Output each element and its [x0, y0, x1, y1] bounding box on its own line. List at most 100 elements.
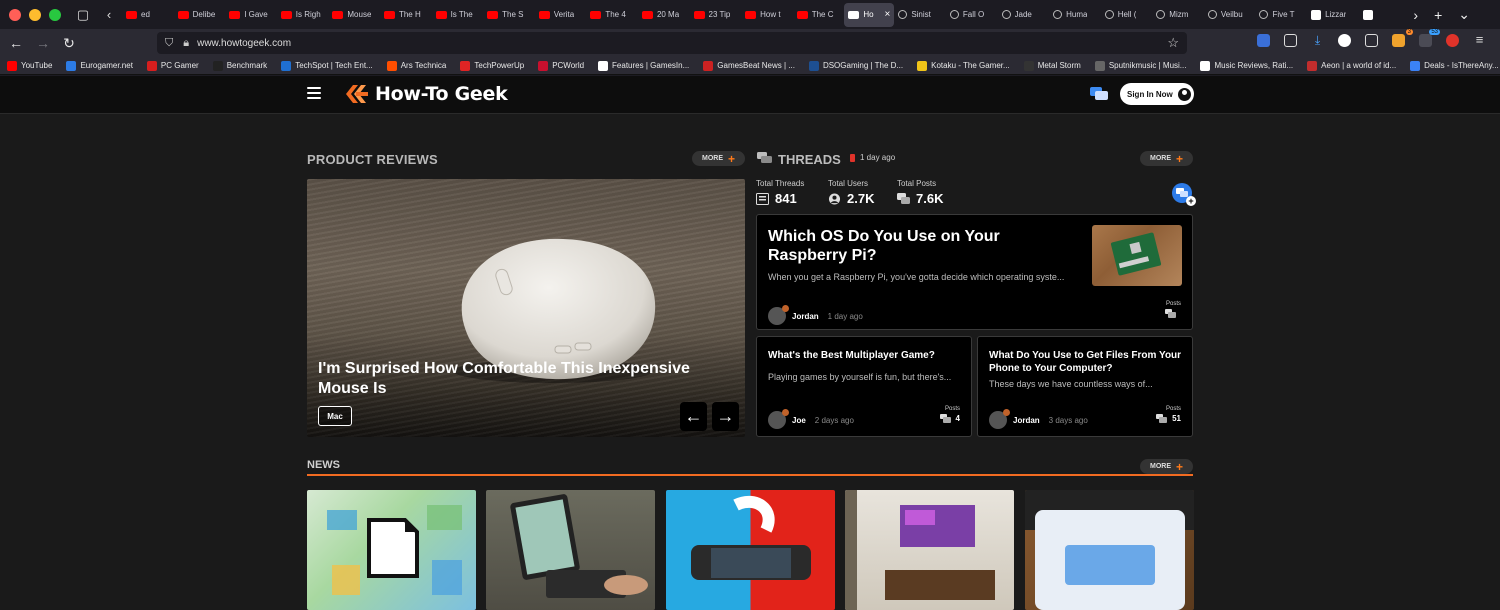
news-card[interactable] — [307, 490, 476, 610]
bookmark-item[interactable]: Ars Technica — [380, 60, 454, 71]
chat-icon[interactable] — [1090, 87, 1108, 101]
site-logo[interactable]: How-To Geek — [344, 83, 508, 105]
bookmark-item[interactable]: PC Gamer — [140, 60, 206, 71]
close-window-button[interactable] — [9, 8, 21, 21]
thread-author[interactable]: Jordan 3 days ago — [989, 409, 1088, 429]
browser-tab[interactable]: Veilbu — [1204, 3, 1256, 27]
browser-tab[interactable]: Is Righ — [277, 3, 329, 27]
bookmark-item[interactable]: Deals - IsThereAny... — [1403, 60, 1500, 71]
browser-tab[interactable]: The C — [793, 3, 845, 27]
hero-article[interactable]: I'm Surprised How Comfortable This Inexp… — [307, 179, 745, 437]
shield-icon[interactable]: ⛉ — [165, 37, 173, 50]
bookmark-item[interactable]: Metal Storm — [1017, 60, 1088, 71]
author-name[interactable]: Joe — [792, 416, 806, 425]
bookmark-item[interactable]: YouTube — [0, 60, 59, 71]
bookmark-item[interactable]: Kotaku - The Gamer... — [910, 60, 1017, 71]
list-all-tabs-icon[interactable]: ⌄ — [1458, 6, 1470, 23]
menu-icon[interactable]: ≡ — [1473, 33, 1486, 47]
browser-tab[interactable]: Five T — [1255, 3, 1307, 27]
browser-tab[interactable]: Mizm — [1152, 3, 1204, 27]
news-card[interactable] — [1025, 490, 1194, 610]
new-tab-icon[interactable]: + — [1434, 7, 1442, 23]
news-card[interactable] — [486, 490, 655, 610]
scroll-tabs-right-icon[interactable]: › — [1413, 7, 1418, 23]
news-card[interactable] — [845, 490, 1014, 610]
news-more-button[interactable]: MORE + — [1140, 459, 1193, 474]
tab-overview-icon[interactable]: ▢ — [70, 2, 96, 28]
tab-active[interactable]: Ho × — [844, 2, 895, 27]
bookmark-star-icon[interactable]: ☆ — [1167, 35, 1179, 51]
hero-tag[interactable]: Mac — [318, 406, 352, 426]
thread-card[interactable]: What's the Best Multiplayer Game? Playin… — [756, 336, 972, 437]
browser-tab[interactable]: The H — [380, 3, 432, 27]
prev-arrow-icon[interactable]: ← — [680, 402, 707, 431]
minimize-window-button[interactable] — [29, 8, 41, 21]
browser-tab[interactable]: Jade — [998, 3, 1050, 27]
hamburger-menu-icon[interactable] — [307, 87, 321, 99]
threads-more-button[interactable]: MORE + — [1140, 151, 1193, 166]
hero-title[interactable]: I'm Surprised How Comfortable This Inexp… — [318, 359, 738, 399]
browser-tab[interactable]: Huma — [1049, 3, 1101, 27]
browser-tab[interactable]: How t — [741, 3, 793, 27]
next-arrow-icon[interactable]: → — [712, 402, 739, 431]
new-thread-button[interactable]: + — [1172, 183, 1196, 206]
bookmark-item[interactable]: Music Reviews, Rati... — [1193, 60, 1300, 71]
mail-extension-icon[interactable]: 53 — [1419, 29, 1440, 47]
thread-card[interactable]: What Do You Use to Get Files From Your P… — [977, 336, 1193, 437]
pocket-icon[interactable] — [1284, 34, 1297, 47]
author-name[interactable]: Jordan — [792, 312, 819, 321]
bookmark-item[interactable]: GamesBeat News | ... — [696, 60, 802, 71]
browser-tab[interactable]: Mouse — [328, 3, 380, 27]
rss-extension-icon[interactable]: 3 — [1392, 29, 1413, 47]
thread-title[interactable]: Which OS Do You Use on Your Raspberry Pi… — [768, 227, 1083, 265]
bookmark-item[interactable]: DSOGaming | The D... — [802, 60, 910, 71]
news-card[interactable] — [666, 490, 835, 610]
url-text[interactable]: www.howtogeek.com — [197, 38, 291, 49]
youtube-extension-icon[interactable] — [1446, 34, 1459, 47]
author-name[interactable]: Jordan — [1013, 416, 1040, 425]
browser-tab[interactable]: Fall O — [946, 3, 998, 27]
thread-author[interactable]: Jordan 1 day ago — [768, 305, 863, 325]
forward-icon[interactable]: → — [30, 35, 56, 51]
downloads-icon[interactable]: ⤓ — [1311, 34, 1324, 47]
thread-title[interactable]: What's the Best Multiplayer Game? — [768, 349, 963, 362]
browser-tab[interactable] — [1359, 3, 1411, 27]
zoom-window-button[interactable] — [49, 8, 61, 21]
raspberry-pi-thumbnail[interactable] — [1092, 225, 1182, 286]
bookmark-item[interactable]: Eurogamer.net — [59, 60, 139, 71]
browser-tab[interactable]: 20 Ma — [638, 3, 690, 27]
scroll-tabs-left-icon[interactable]: ‹ — [96, 2, 122, 28]
browser-tab[interactable]: Verita — [535, 3, 587, 27]
bookmark-item[interactable]: TechSpot | Tech Ent... — [274, 60, 380, 71]
browser-tab[interactable]: Sinist — [894, 3, 946, 27]
browser-tab[interactable]: Hell ( — [1101, 3, 1153, 27]
bookmark-item[interactable]: Benchmark — [206, 60, 274, 71]
browser-tab[interactable]: Is The — [432, 3, 484, 27]
reload-icon[interactable]: ↻ — [56, 35, 82, 52]
featured-thread-card[interactable]: Which OS Do You Use on Your Raspberry Pi… — [756, 214, 1193, 330]
bookmark-item[interactable]: TechPowerUp — [453, 60, 531, 71]
account-extension-icon[interactable] — [1338, 34, 1351, 47]
bookmark-item[interactable]: Sputnikmusic | Musi... — [1088, 60, 1194, 71]
back-icon[interactable]: ← — [3, 35, 29, 51]
bookmark-item[interactable]: Features | GamesIn... — [591, 60, 696, 71]
bookmark-item[interactable]: PCWorld — [531, 60, 591, 71]
bitwarden-extension-icon[interactable] — [1257, 34, 1270, 47]
browser-tab[interactable]: I Gave — [225, 3, 277, 27]
browser-tab[interactable]: Delibe — [174, 3, 226, 27]
extensions-puzzle-icon[interactable] — [1365, 34, 1378, 47]
youtube-favicon-icon — [538, 10, 550, 19]
browser-tab[interactable]: 23 Tip — [690, 3, 742, 27]
browser-tab[interactable]: The S — [483, 3, 535, 27]
browser-tab[interactable]: The 4 — [586, 3, 638, 27]
address-bar[interactable]: ⛉ 🔒︎ www.howtogeek.com ☆ — [157, 32, 1187, 54]
close-tab-icon[interactable]: × — [884, 9, 890, 20]
product-reviews-more-button[interactable]: MORE + — [692, 151, 745, 166]
bookmark-item[interactable]: Aeon | a world of id... — [1300, 60, 1403, 71]
sign-in-button[interactable]: Sign In Now — [1120, 83, 1194, 105]
thread-title[interactable]: What Do You Use to Get Files From Your P… — [989, 349, 1184, 375]
thread-author[interactable]: Joe 2 days ago — [768, 409, 854, 429]
browser-tab[interactable]: Lizzar — [1307, 3, 1359, 27]
lock-icon[interactable]: 🔒︎ — [183, 37, 189, 50]
browser-tab[interactable]: ed — [122, 3, 174, 27]
